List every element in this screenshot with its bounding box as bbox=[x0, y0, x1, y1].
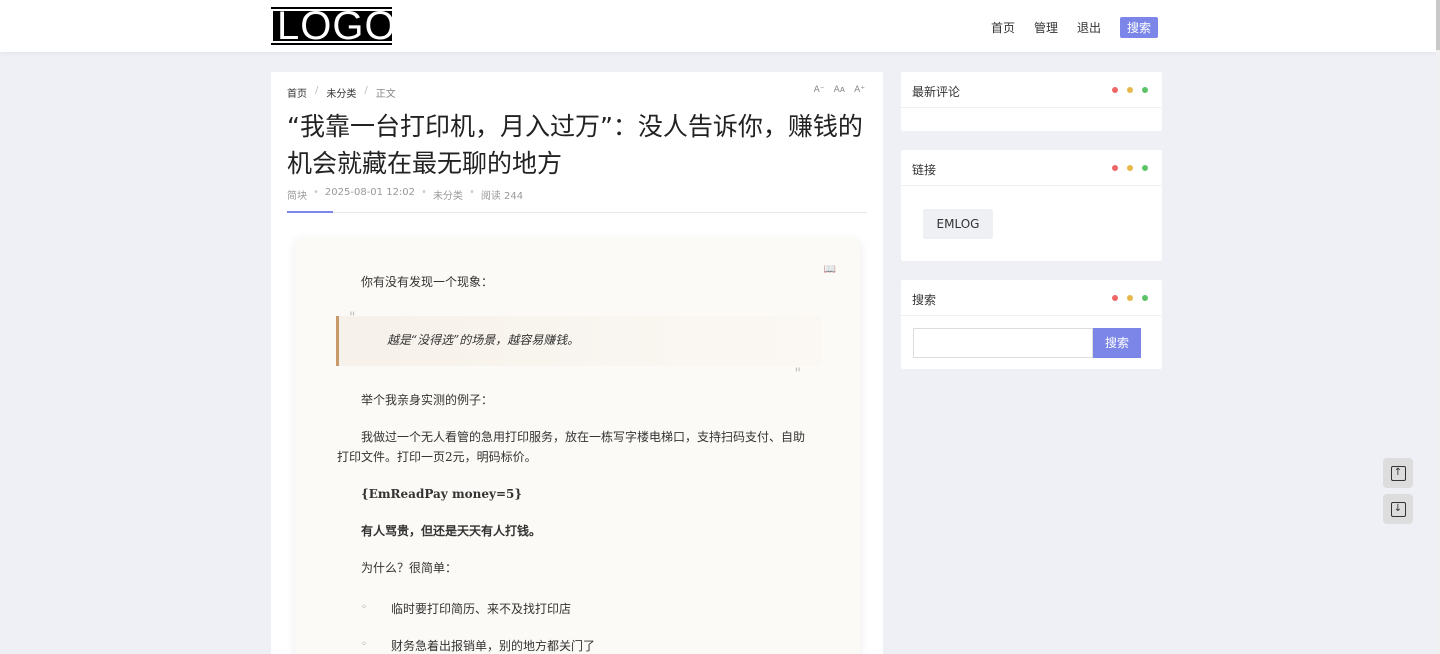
nav-admin[interactable]: 管理 bbox=[1034, 19, 1058, 36]
breadcrumb-separator: / bbox=[315, 85, 319, 96]
font-size-tools: A⁻ Aᴀ A⁺ bbox=[814, 85, 865, 95]
breadcrumb: 首页 / 未分类 / 正文 bbox=[287, 85, 396, 100]
sidebar-search-input[interactable] bbox=[913, 328, 1093, 358]
book-icon: 📖 bbox=[823, 264, 836, 275]
green-dot-icon bbox=[1142, 295, 1148, 301]
font-decrease-button[interactable]: A⁻ bbox=[814, 85, 825, 95]
widget-divider bbox=[901, 107, 1162, 108]
paragraph: 打印文件。打印一页2元，明码标价。 bbox=[337, 450, 537, 464]
site-header: LOGO 首页 管理 退出 搜索 bbox=[0, 0, 1440, 52]
meta-date: 2025-08-01 12:02 bbox=[324, 187, 416, 198]
link-emlog[interactable]: EMLOG bbox=[923, 209, 993, 239]
nav-logout[interactable]: 退出 bbox=[1077, 19, 1101, 36]
widget-recent-comments: 最新评论 bbox=[901, 72, 1162, 131]
article-card: 首页 / 未分类 / 正文 A⁻ Aᴀ A⁺ “我靠一台打印机，月入过万”：没人… bbox=[271, 72, 883, 654]
paragraph: 举个我亲身实测的例子： bbox=[361, 393, 494, 407]
widget-links: 链接 EMLOG bbox=[901, 150, 1162, 261]
red-dot-icon bbox=[1112, 165, 1118, 171]
list-item: 财务急着出报销单，别的地方都关门了 bbox=[391, 639, 596, 653]
breadcrumb-separator: / bbox=[364, 85, 368, 96]
list-bullet: ◦ bbox=[361, 602, 367, 613]
meta-author[interactable]: 简块 bbox=[287, 187, 307, 202]
meta-dot: • bbox=[468, 187, 475, 198]
red-dot-icon bbox=[1112, 295, 1118, 301]
quote-close-icon: " bbox=[794, 366, 801, 382]
meta-divider bbox=[287, 212, 867, 213]
paragraph: {EmReadPay money=5} bbox=[361, 487, 523, 501]
meta-divider-accent bbox=[287, 211, 333, 213]
arrow-up-icon: ↑ bbox=[1390, 465, 1406, 481]
green-dot-icon bbox=[1142, 165, 1148, 171]
green-dot-icon bbox=[1142, 87, 1148, 93]
window-dots bbox=[1112, 165, 1148, 171]
yellow-dot-icon bbox=[1127, 165, 1133, 171]
article-title: “我靠一台打印机，月入过万”：没人告诉你，赚钱的机会就藏在最无聊的地方 bbox=[287, 112, 863, 178]
quote-text: 越是“没得选”的场景，越容易赚钱。 bbox=[387, 333, 580, 347]
widget-divider bbox=[901, 315, 1162, 316]
arrow-down-icon: ↓ bbox=[1390, 501, 1406, 517]
breadcrumb-current: 正文 bbox=[375, 89, 396, 100]
paragraph: 你有没有发现一个现象： bbox=[361, 275, 494, 289]
breadcrumb-category[interactable]: 未分类 bbox=[326, 85, 356, 100]
article-body: 📖 你有没有发现一个现象： " 越是“没得选”的场景，越容易赚钱。 " 举个我亲… bbox=[295, 238, 860, 654]
widget-title: 搜索 bbox=[912, 293, 937, 307]
paragraph: 我做过一个无人看管的急用打印服务，放在一栋写字楼电梯口，支持扫码支付、自助 bbox=[361, 430, 806, 444]
scroll-top-button[interactable]: ↑ bbox=[1383, 458, 1413, 488]
yellow-dot-icon bbox=[1127, 87, 1133, 93]
scrollbar-thumb[interactable] bbox=[1436, 0, 1440, 50]
breadcrumb-home[interactable]: 首页 bbox=[287, 85, 307, 100]
widget-divider bbox=[901, 185, 1162, 186]
sidebar-search-button[interactable]: 搜索 bbox=[1093, 328, 1141, 358]
meta-category[interactable]: 未分类 bbox=[433, 187, 463, 202]
widget-title: 最新评论 bbox=[912, 85, 961, 99]
list-item: 临时要打印简历、来不及找打印店 bbox=[391, 602, 572, 616]
nav-search-button[interactable]: 搜索 bbox=[1119, 17, 1158, 38]
widget-search: 搜索 搜索 bbox=[901, 280, 1162, 369]
article-meta: 简块 • 2025-08-01 12:02 • 未分类 • 阅读 244 bbox=[287, 187, 523, 202]
meta-dot: • bbox=[421, 187, 427, 198]
page-scrollbar[interactable] bbox=[1436, 0, 1440, 654]
paragraph: 为什么？很简单： bbox=[361, 561, 458, 575]
meta-dot: • bbox=[313, 187, 319, 198]
meta-reads: 阅读 244 bbox=[480, 191, 524, 202]
red-dot-icon bbox=[1112, 87, 1118, 93]
window-dots bbox=[1112, 295, 1148, 301]
top-nav: 首页 管理 退出 搜索 bbox=[991, 17, 1158, 38]
nav-home[interactable]: 首页 bbox=[991, 19, 1015, 36]
yellow-dot-icon bbox=[1127, 295, 1133, 301]
font-increase-button[interactable]: A⁺ bbox=[854, 85, 865, 95]
quote-open-icon: " bbox=[349, 310, 356, 326]
scroll-bottom-button[interactable]: ↓ bbox=[1383, 494, 1413, 524]
blockquote: " 越是“没得选”的场景，越容易赚钱。 " bbox=[336, 310, 821, 382]
paragraph: 有人骂贵，但还是天天有人打钱。 bbox=[361, 524, 542, 538]
widget-title: 链接 bbox=[912, 163, 937, 177]
font-reset-button[interactable]: Aᴀ bbox=[834, 85, 845, 95]
list-bullet: ◦ bbox=[361, 639, 367, 650]
site-logo[interactable]: LOGO bbox=[271, 6, 403, 46]
window-dots bbox=[1112, 87, 1148, 93]
